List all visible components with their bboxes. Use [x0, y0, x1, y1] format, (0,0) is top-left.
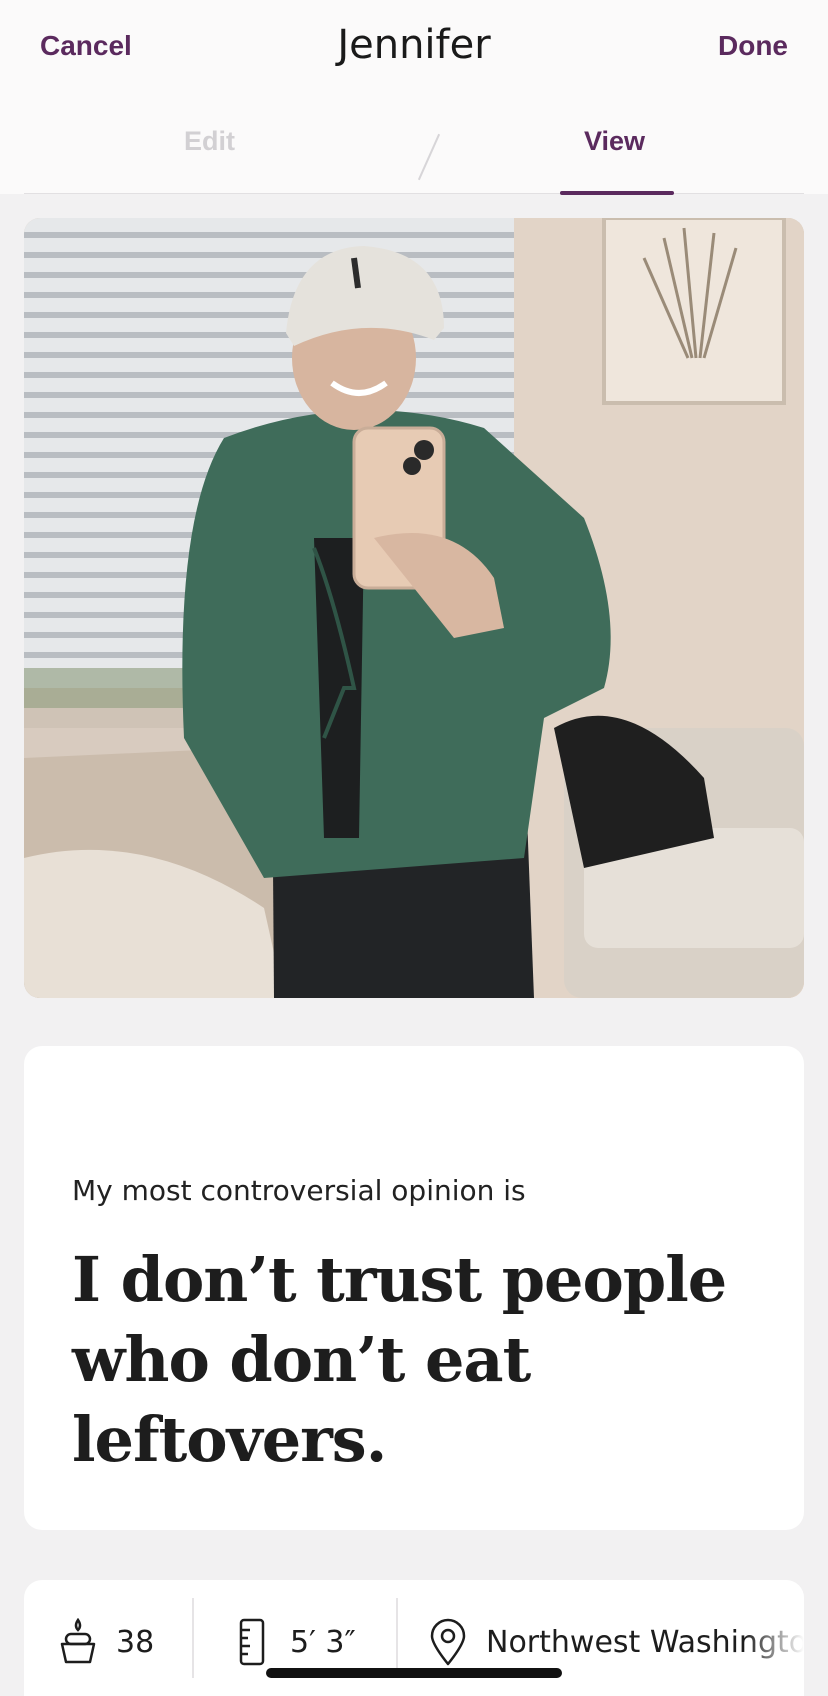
prompt-card: My most controversial opinion is I don’t…	[24, 1046, 804, 1530]
profile-photo[interactable]	[24, 218, 804, 998]
profile-preview-screen: Cancel Jennifer Done Edit View My most c…	[0, 0, 828, 1696]
prompt-answer: I don’t trust people who don’t eat lefto…	[72, 1243, 727, 1476]
home-indicator[interactable]	[266, 1668, 562, 1678]
header: Cancel Jennifer Done Edit View	[0, 0, 828, 195]
cake-icon	[56, 1618, 100, 1666]
height-value: 5′ 3″	[290, 1624, 356, 1660]
tab-view[interactable]: View	[584, 126, 645, 157]
vitals-card: 38 5′ 3″ Northwest Washington	[24, 1580, 804, 1696]
profile-photo-image	[24, 218, 804, 998]
tab-edit[interactable]: Edit	[184, 126, 235, 157]
prompt-question: My most controversial opinion is	[72, 1174, 526, 1207]
vitals-divider	[396, 1598, 398, 1678]
tab-divider	[417, 133, 441, 181]
height-item: 5′ 3″	[230, 1614, 356, 1670]
scroll-fade	[744, 1580, 804, 1696]
page-title: Jennifer	[337, 22, 491, 68]
vitals-divider	[192, 1598, 194, 1678]
age-value: 38	[116, 1624, 155, 1660]
edit-view-tabs: Edit View	[24, 110, 804, 195]
active-tab-indicator	[560, 191, 674, 195]
ruler-icon	[230, 1618, 274, 1666]
location-pin-icon	[426, 1618, 470, 1666]
done-button[interactable]: Done	[718, 30, 788, 62]
age-item: 38	[56, 1614, 154, 1670]
